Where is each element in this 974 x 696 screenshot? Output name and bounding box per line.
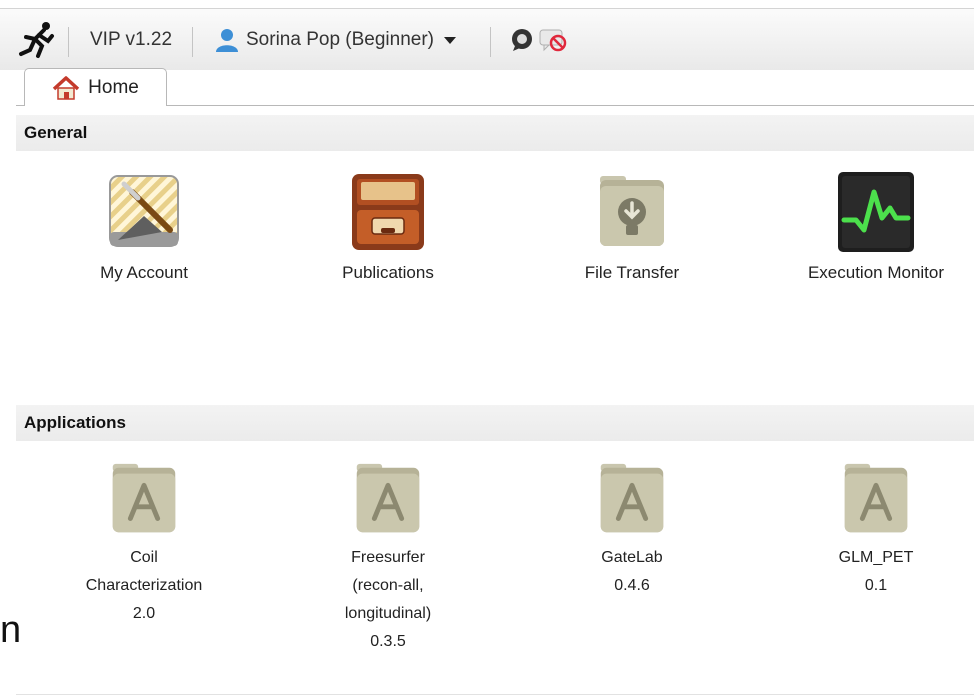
tile-glm-pet[interactable]: GLM_PET 0.1 <box>766 458 974 600</box>
app-label-line: longitudinal) <box>344 605 432 622</box>
app-label-line: Freesurfer <box>351 549 425 566</box>
tile-freesurfer[interactable]: Freesurfer (recon-all, longitudinal) 0.3.5 <box>278 458 498 656</box>
app-label-line: 0.3.5 <box>370 633 406 650</box>
tile-label: Execution Monitor <box>807 263 945 282</box>
monitor-pulse-icon <box>838 172 914 252</box>
app-label-line: 0.1 <box>864 577 888 594</box>
tile-gatelab[interactable]: GateLab 0.4.6 <box>522 458 742 600</box>
chevron-down-icon <box>444 36 456 44</box>
app-label-line: (recon-all, <box>352 577 424 594</box>
house-icon <box>52 75 80 100</box>
tab-label: Home <box>88 76 139 98</box>
tab-bar: Home <box>16 68 974 106</box>
toolbar-separator <box>490 27 491 57</box>
tile-file-transfer[interactable]: File Transfer <box>522 170 742 287</box>
section-header-applications: Applications <box>16 405 974 441</box>
app-folder-icon <box>112 463 176 533</box>
app-logo[interactable] <box>18 9 58 71</box>
app-label-line: 0.4.6 <box>614 577 650 594</box>
toolbar-separator <box>192 27 193 57</box>
stray-text: n <box>0 609 22 651</box>
tile-label: My Account <box>100 263 188 282</box>
app-label-line: 2.0 <box>132 605 156 622</box>
section-header-general: General <box>16 115 974 151</box>
app-folder-icon <box>356 463 420 533</box>
file-cabinet-icon <box>352 174 424 250</box>
user-icon <box>216 29 238 52</box>
tile-label: Publications <box>342 263 434 282</box>
user-name: Sorina Pop (Beginner) <box>246 29 434 50</box>
tab-home[interactable]: Home <box>24 68 167 106</box>
account-tools-icon <box>109 175 179 247</box>
app-folder-icon <box>600 463 664 533</box>
app-label-line: Coil <box>130 549 158 566</box>
app-label-line: GateLab <box>601 549 663 566</box>
toolbar-separator <box>68 27 69 57</box>
tile-my-account[interactable]: My Account <box>34 170 254 287</box>
divider <box>16 694 974 695</box>
top-toolbar: VIP v1.22 Sorina Pop (Beginner) <box>0 8 974 70</box>
version-label: VIP v1.22 <box>90 29 173 50</box>
chat-icon <box>512 29 532 51</box>
chat-disabled-button[interactable] <box>538 9 568 71</box>
tile-execution-monitor[interactable]: Execution Monitor <box>766 170 974 287</box>
tile-coil-characterization[interactable]: Coil Characterization 2.0 <box>34 458 254 628</box>
app-folder-icon <box>844 463 908 533</box>
user-menu[interactable]: Sorina Pop (Beginner) <box>214 9 456 71</box>
chat-button[interactable] <box>510 9 534 71</box>
chat-disabled-icon <box>539 29 567 52</box>
runner-logo-icon <box>19 22 54 58</box>
app-label-line: GLM_PET <box>838 549 914 566</box>
app-label-line: Characterization <box>85 577 203 594</box>
download-folder-icon <box>600 176 664 246</box>
tile-label: File Transfer <box>584 263 680 282</box>
tile-publications[interactable]: Publications <box>278 170 498 287</box>
